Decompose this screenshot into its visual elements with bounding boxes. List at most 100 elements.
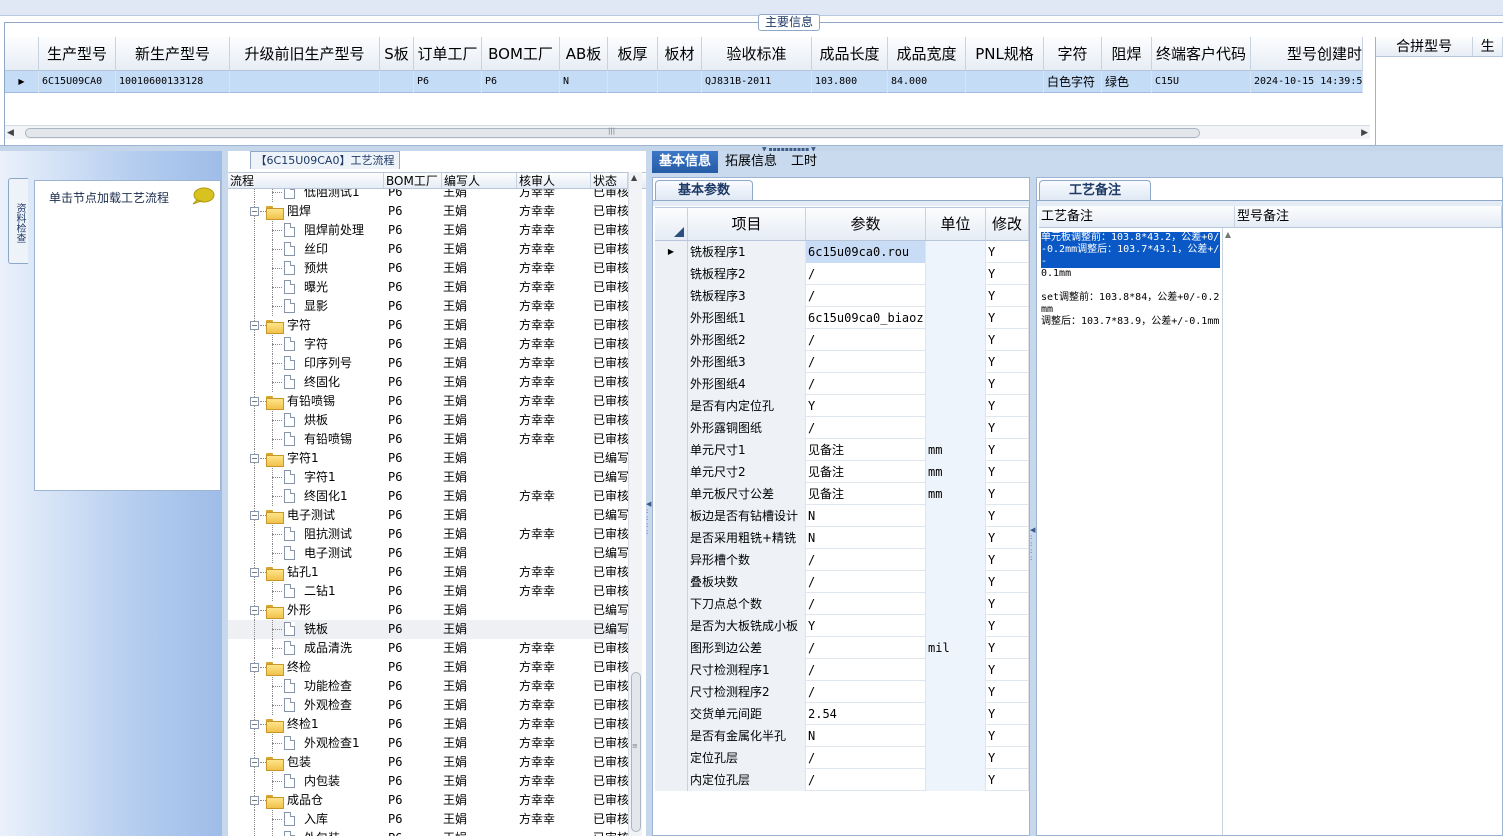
row-header[interactable] [655,593,688,615]
merge-model-grid[interactable]: 合拼型号生 [1375,37,1503,145]
tree-scroll-thumb[interactable] [631,672,641,832]
tree-row[interactable]: − 有铅喷锡 P6 王娟 方幸幸 已审核 [228,392,628,411]
param-row[interactable]: 交货单元间距 2.54 Y [655,703,1029,725]
main-cell[interactable]: C15U [1152,71,1251,93]
tree-row[interactable]: − 字符1 P6 王娟 已编写 [228,449,628,468]
tree-row[interactable]: 内包装 P6 王娟 方幸幸 已审核 [228,772,628,791]
param-row[interactable]: 外形露铜图纸 / Y [655,417,1029,439]
tree-node[interactable]: 电子测试 [228,544,384,563]
notes-col-craft[interactable]: 工艺备注 [1039,206,1235,227]
main-cell[interactable] [658,71,702,93]
row-header[interactable] [655,329,688,351]
param-unit[interactable] [926,241,986,263]
param-modify[interactable]: Y [986,527,1029,549]
param-modify[interactable]: Y [986,659,1029,681]
param-unit[interactable]: mm [926,439,986,461]
param-row[interactable]: 单元板尺寸公差 见备注 mm Y [655,483,1029,505]
param-value[interactable]: / [806,747,926,769]
param-row[interactable]: 尺寸检测程序2/ Y [655,681,1029,703]
param-modify[interactable]: Y [986,549,1029,571]
param-row[interactable]: 是否有金属化半孔 N Y [655,725,1029,747]
notes-col-model[interactable]: 型号备注 [1235,206,1502,227]
param-unit[interactable] [926,417,986,439]
param-row[interactable]: ▶ 铣板程序1 6c15u09ca0.rou Y [655,241,1029,263]
row-header[interactable] [655,439,688,461]
tree-row[interactable]: 电子测试 P6 王娟 已编写 [228,544,628,563]
param-modify[interactable]: Y [986,769,1029,791]
main-col-header[interactable]: AB板 [560,37,608,71]
tree-row[interactable]: − 电子测试 P6 王娟 已编写 [228,506,628,525]
tree-node[interactable]: − 包装 [228,753,384,772]
param-unit[interactable] [926,351,986,373]
tree-row[interactable]: 入库 P6 王娟 方幸幸 已审核 [228,810,628,829]
row-header[interactable] [655,395,688,417]
main-col-header[interactable]: 板材 [658,37,702,71]
param-value[interactable]: 2.54 [806,703,926,725]
scroll-up-icon[interactable]: ▲ [631,173,637,182]
param-value[interactable]: / [806,373,926,395]
main-cell[interactable]: 6C15U09CA0 [39,71,116,93]
tree-row[interactable]: 二钻1 P6 王娟 方幸幸 已审核 [228,582,628,601]
tree-node[interactable]: − 字符1 [228,449,384,468]
vertical-tab-check[interactable]: 资料检查 [8,178,28,264]
main-cell[interactable]: 白色字符 [1044,71,1102,93]
param-unit[interactable] [926,659,986,681]
tree-row[interactable]: − 终检 P6 王娟 方幸幸 已审核 [228,658,628,677]
params-col-param[interactable]: 参数 [806,208,926,240]
param-modify[interactable]: Y [986,307,1029,329]
tree-node[interactable]: 烘板 [228,411,384,430]
param-unit[interactable] [926,505,986,527]
tree-row[interactable]: 外观检查 P6 王娟 方幸幸 已审核 [228,696,628,715]
tree-col-status[interactable]: 状态 [591,173,628,188]
param-modify[interactable]: Y [986,637,1029,659]
param-unit[interactable] [926,285,986,307]
tree-body[interactable]: 低阻测试1 P6 王娟 方幸幸 已审核 − 阻焊 P6 王娟 方幸幸 已审核 阻焊前处理 P6 王娟 方幸幸… [228,189,628,836]
param-row[interactable]: 外形图纸16c15u09ca0_biaoz... Y [655,307,1029,329]
main-cell[interactable] [966,71,1044,93]
collapse-toggle-icon[interactable]: − [250,321,259,330]
param-unit[interactable] [926,329,986,351]
tree-row[interactable]: 终固化1 P6 王娟 方幸幸 已审核 [228,487,628,506]
tree-row[interactable]: 曝光 P6 王娟 方幸幸 已审核 [228,278,628,297]
model-note-textarea[interactable] [1235,228,1502,835]
collapse-toggle-icon[interactable]: − [250,758,259,767]
param-value[interactable]: 见备注 [806,439,926,461]
param-value[interactable]: Y [806,395,926,417]
param-row[interactable]: 单元尺寸2 见备注 mm Y [655,461,1029,483]
tree-node[interactable]: 终固化 [228,373,384,392]
param-unit[interactable] [926,769,986,791]
param-row[interactable]: 图形到边公差 / mil Y [655,637,1029,659]
main-col-header[interactable]: PNL规格 [966,37,1044,71]
param-modify[interactable]: Y [986,461,1029,483]
param-row[interactable]: 异形槽个数 / Y [655,549,1029,571]
tree-node[interactable]: − 阻焊 [228,202,384,221]
tree-row[interactable]: − 钻孔1 P6 王娟 方幸幸 已审核 [228,563,628,582]
params-col-unit[interactable]: 单位 [926,208,986,240]
row-header[interactable] [655,769,688,791]
main-col-header[interactable]: 成品宽度 [888,37,966,71]
tree-node[interactable]: − 字符 [228,316,384,335]
param-unit[interactable] [926,593,986,615]
param-modify[interactable]: Y [986,351,1029,373]
tree-col-flow[interactable]: 流程 [228,173,384,188]
param-unit[interactable] [926,527,986,549]
row-header[interactable] [655,373,688,395]
collapse-toggle-icon[interactable]: − [250,606,259,615]
main-col-header[interactable]: 阻焊 [1102,37,1152,71]
param-value[interactable]: N [806,725,926,747]
param-row[interactable]: 定位孔层 / Y [655,747,1029,769]
main-cell[interactable] [608,71,658,93]
params-col-item[interactable]: 项目 [688,208,806,240]
collapse-toggle-icon[interactable]: − [250,511,259,520]
main-cell[interactable]: 103.800 [812,71,888,93]
tree-node[interactable]: 字符1 [228,468,384,487]
tree-node[interactable]: 入库 [228,810,384,829]
collapse-toggle-icon[interactable]: − [250,207,259,216]
param-unit[interactable] [926,263,986,285]
param-row[interactable]: 下刀点总个数 / Y [655,593,1029,615]
tree-node[interactable]: 内包装 [228,772,384,791]
main-col-header[interactable]: 成品长度 [812,37,888,71]
tree-col-bom[interactable]: BOM工厂 [384,173,442,188]
param-modify[interactable]: Y [986,681,1029,703]
param-unit[interactable] [926,615,986,637]
